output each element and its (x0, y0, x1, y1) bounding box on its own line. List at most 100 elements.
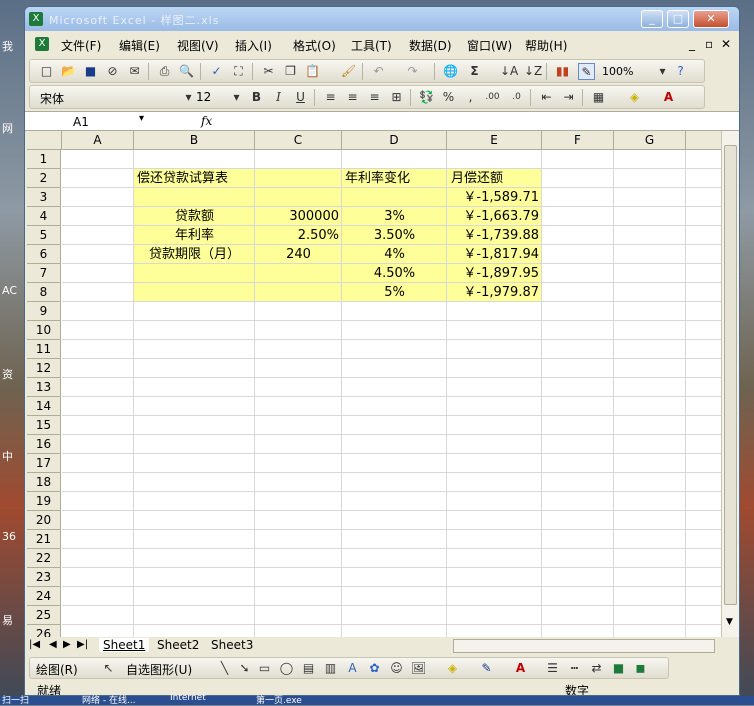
row-header[interactable]: 8 (27, 283, 61, 302)
cell-C5[interactable]: 2.50% (255, 226, 339, 245)
decrease-indent-icon[interactable]: ⇤ (538, 89, 555, 106)
menu-insert[interactable]: 插入(I) (235, 37, 272, 54)
scroll-thumb[interactable] (724, 145, 737, 605)
row-header[interactable]: 13 (27, 378, 61, 397)
cell-E2[interactable]: 月偿还额 (451, 169, 503, 188)
redo-icon[interactable]: ↷ (404, 63, 421, 80)
horizontal-scrollbar[interactable] (453, 639, 715, 653)
vertical-scrollbar[interactable]: ▼ (721, 131, 739, 637)
open-icon[interactable]: 📂 (60, 63, 77, 80)
font-dropdown-icon[interactable]: ▾ (180, 89, 197, 106)
name-box-dropdown-icon[interactable]: ▾ (139, 113, 144, 124)
cell-D7[interactable]: 4.50% (342, 264, 447, 283)
row-header[interactable]: 25 (27, 606, 61, 625)
draw-fill-color-icon[interactable]: ◈ (444, 660, 461, 677)
column-header[interactable]: C (255, 131, 342, 150)
select-objects-icon[interactable]: ↖ (100, 660, 117, 677)
desktop-icon-label[interactable]: 资 (2, 366, 13, 382)
select-all-corner[interactable] (27, 131, 62, 150)
cell-D8[interactable]: 5% (342, 283, 447, 302)
print-preview-icon[interactable]: 🔍 (178, 63, 195, 80)
taskbar-item[interactable]: Internet (170, 693, 206, 703)
row-header[interactable]: 21 (27, 530, 61, 549)
vertical-textbox-icon[interactable]: ▥ (322, 660, 339, 677)
shadow-icon[interactable]: ■ (610, 660, 627, 677)
cell-B2[interactable]: 偿还贷款试算表 (137, 169, 228, 188)
line-icon[interactable]: ╲ (216, 660, 233, 677)
row-header[interactable]: 20 (27, 511, 61, 530)
column-header-partial[interactable] (686, 131, 721, 150)
cell-D6[interactable]: 4% (342, 245, 447, 264)
row-header[interactable]: 7 (27, 264, 61, 283)
menu-file[interactable]: 文件(F) (61, 37, 101, 54)
row-header[interactable]: 23 (27, 568, 61, 587)
textbox-icon[interactable]: ▤ (300, 660, 317, 677)
scroll-down-icon[interactable]: ▼ (726, 617, 733, 627)
row-header[interactable]: 12 (27, 359, 61, 378)
font-color-icon[interactable]: A (660, 89, 677, 106)
new-icon[interactable]: □ (38, 63, 55, 80)
help-icon[interactable]: ? (672, 63, 689, 80)
row-header[interactable]: 11 (27, 340, 61, 359)
font-size-select[interactable]: 12 (196, 90, 211, 104)
row-header[interactable]: 19 (27, 492, 61, 511)
menu-data[interactable]: 数据(D) (409, 37, 452, 54)
menu-view[interactable]: 视图(V) (177, 37, 219, 54)
row-header[interactable]: 2 (27, 169, 61, 188)
cell-C4[interactable]: 300000 (255, 207, 339, 226)
save-icon[interactable]: ■ (82, 63, 99, 80)
line-color-icon[interactable]: ✎ (478, 660, 495, 677)
drawing-toggle-icon[interactable]: ✎ (578, 63, 595, 80)
desktop-icon-label[interactable]: 36 (2, 530, 16, 543)
row-header[interactable]: 10 (27, 321, 61, 340)
row-header[interactable]: 1 (27, 150, 61, 169)
tab-sheet3[interactable]: Sheet3 (207, 638, 257, 652)
fill-color-icon[interactable]: ◈ (626, 89, 643, 106)
undo-icon[interactable]: ↶ (370, 63, 387, 80)
cell-D4[interactable]: 3% (342, 207, 447, 226)
column-header[interactable]: A (62, 131, 134, 150)
tab-sheet1[interactable]: Sheet1 (99, 638, 150, 652)
increase-indent-icon[interactable]: ⇥ (560, 89, 577, 106)
arrow-style-icon[interactable]: ⇄ (588, 660, 605, 677)
hyperlink-icon[interactable]: 🌐 (442, 63, 459, 80)
cell-E3[interactable]: ￥-1,589.71 (447, 188, 539, 207)
research-icon[interactable]: ⛶ (230, 63, 247, 80)
3d-icon[interactable]: ◼ (632, 660, 649, 677)
row-header[interactable]: 14 (27, 397, 61, 416)
maximize-button[interactable]: □ (667, 10, 689, 28)
column-header[interactable]: B (134, 131, 255, 150)
row-header[interactable]: 15 (27, 416, 61, 435)
oval-icon[interactable]: ◯ (278, 660, 295, 677)
line-style-icon[interactable]: ☰ (544, 660, 561, 677)
cell-D2[interactable]: 年利率变化 (345, 169, 410, 188)
autosum-icon[interactable]: Σ (466, 63, 483, 80)
menu-window[interactable]: 窗口(W) (467, 37, 512, 54)
font-select[interactable]: 宋体 (40, 90, 64, 107)
size-dropdown-icon[interactable]: ▾ (228, 89, 245, 106)
increase-decimal-icon[interactable]: .00 (484, 89, 501, 106)
menu-help[interactable]: 帮助(H) (525, 37, 567, 54)
name-box[interactable]: A1 (73, 115, 89, 129)
desktop-icon-label[interactable]: AC (2, 284, 17, 297)
desktop-icon-label[interactable]: 易 (2, 612, 13, 628)
comma-icon[interactable]: , (462, 89, 479, 106)
tab-first-icon[interactable]: |◀ (29, 639, 40, 650)
row-header[interactable]: 3 (27, 188, 61, 207)
workbook-icon[interactable]: X (35, 37, 49, 51)
doc-close-button[interactable]: ✕ (721, 37, 731, 51)
desktop-icon-label[interactable]: 网 (2, 120, 13, 136)
bold-icon[interactable]: B (248, 89, 265, 106)
spelling-icon[interactable]: ✓ (208, 63, 225, 80)
cell-B4[interactable]: 贷款额 (134, 207, 255, 226)
desktop-icon-label[interactable]: 中 (2, 448, 13, 464)
arrow-icon[interactable]: ➘ (236, 660, 253, 677)
taskbar-item[interactable]: 第一页.exe (256, 693, 302, 706)
row-header[interactable]: 24 (27, 587, 61, 606)
sort-descending-icon[interactable]: ↓Z (524, 63, 542, 80)
email-icon[interactable]: ✉ (126, 63, 143, 80)
cell-B5[interactable]: 年利率 (134, 226, 255, 245)
row-header[interactable]: 18 (27, 473, 61, 492)
zoom-select[interactable]: 100% (602, 65, 633, 78)
doc-minimize-button[interactable]: _ (689, 37, 695, 51)
